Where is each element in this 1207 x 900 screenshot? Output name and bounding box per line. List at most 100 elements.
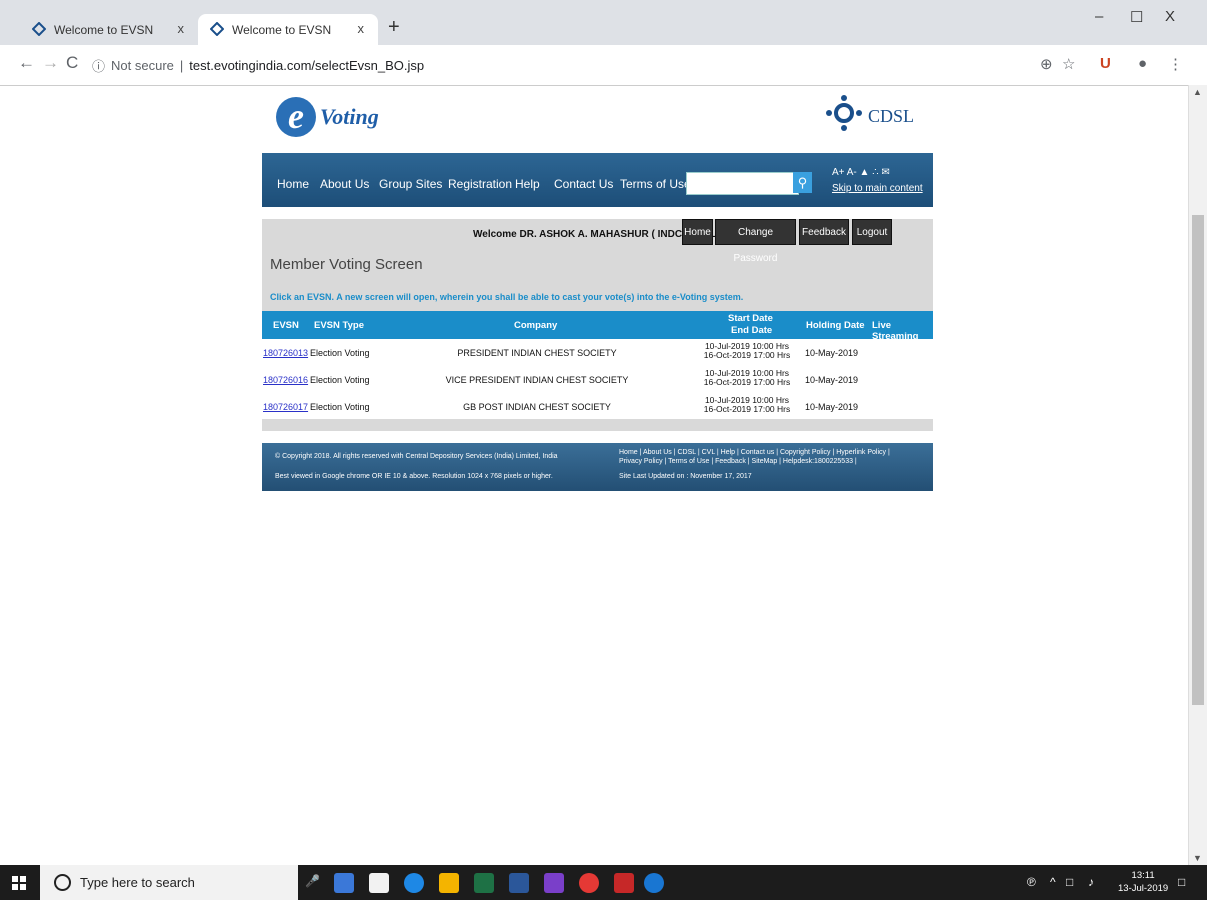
feedback-button[interactable]: Feedback xyxy=(799,219,849,245)
taskbar-search-input[interactable]: Type here to search xyxy=(40,865,298,900)
evsn-favicon-icon xyxy=(210,22,224,36)
nav-help[interactable]: Help xyxy=(515,177,540,191)
evsn-type-cell: Election Voting xyxy=(310,348,370,358)
excel-icon[interactable] xyxy=(474,873,494,893)
tab-close-icon[interactable]: x xyxy=(178,21,185,36)
windows-start-icon[interactable] xyxy=(12,876,26,890)
system-clock[interactable]: 13:11 13-Jul-2019 xyxy=(1118,869,1168,895)
table-row: 180726017 Election Voting GB POST INDIAN… xyxy=(262,393,933,420)
address-bar[interactable]: ⓘ Not secure | test.evotingindia.com/sel… xyxy=(92,53,1032,77)
column-evsn: EVSN xyxy=(273,320,299,331)
mail-icon[interactable]: ✉ xyxy=(881,167,889,178)
people-icon[interactable]: ℗ xyxy=(1027,875,1036,889)
skip-to-content-link[interactable]: Skip to main content xyxy=(832,183,923,194)
column-end-date: End Date xyxy=(731,325,773,336)
table-footer-band xyxy=(262,419,933,431)
nav-contact-us[interactable]: Contact Us xyxy=(554,177,613,191)
evsn-type-cell: Election Voting xyxy=(310,402,370,412)
bookmark-star-icon[interactable]: ☆ xyxy=(1062,55,1075,73)
tab-title: Welcome to EVSN xyxy=(232,22,332,37)
column-holding-date: Holding Date xyxy=(806,320,865,331)
app-icon[interactable] xyxy=(614,873,634,893)
instruction-text: Click an EVSN. A new screen will open, w… xyxy=(270,292,744,302)
word-icon[interactable] xyxy=(509,873,529,893)
last-updated-text: Site Last Updated on : November 17, 2017 xyxy=(619,473,752,480)
page-scrollbar[interactable]: ▲ ▼ xyxy=(1188,85,1207,865)
internet-explorer-icon[interactable] xyxy=(644,873,664,893)
column-company: Company xyxy=(514,320,558,331)
home-icon[interactable]: ▲ xyxy=(860,167,873,178)
file-explorer-icon[interactable] xyxy=(439,873,459,893)
forward-arrow-icon[interactable]: → xyxy=(42,53,59,73)
evoting-logo-icon[interactable]: e xyxy=(276,97,316,137)
evsn-link[interactable]: 180726013 xyxy=(263,348,308,358)
nav-terms-of-use[interactable]: Terms of Use xyxy=(620,177,691,191)
evsn-link[interactable]: 180726016 xyxy=(263,375,308,385)
cortana-icon xyxy=(54,874,71,891)
edge-browser-icon[interactable] xyxy=(404,873,424,893)
company-cell: PRESIDENT INDIAN CHEST SOCIETY xyxy=(457,348,617,358)
site-search-input[interactable] xyxy=(686,172,799,195)
table-row: 180726013 Election Voting PRESIDENT INDI… xyxy=(262,339,933,366)
browser-tab-1[interactable]: Welcome to EVSN x xyxy=(20,14,198,45)
url-text: test.evotingindia.com/selectEvsn_BO.jsp xyxy=(189,57,425,73)
volume-muted-icon[interactable]: ♪ xyxy=(1088,875,1094,889)
change-password-button[interactable]: Change Password xyxy=(715,219,796,264)
sitemap-icon[interactable]: ∴ xyxy=(872,167,881,178)
windows-taskbar: Type here to search 🎤 ℗ ^ □ ♪ 13:11 13-J… xyxy=(0,865,1207,900)
menu-dots-icon[interactable]: ⋮ xyxy=(1168,55,1183,73)
dates-cell: 10-Jul-2019 10:00 Hrs 16-Oct-2019 17:00 H… xyxy=(703,341,791,360)
browser-tabstrip: Welcome to EVSN x Welcome to EVSN x + – … xyxy=(0,0,1207,45)
back-arrow-icon[interactable]: ← xyxy=(18,53,35,73)
network-icon[interactable]: □ xyxy=(1066,875,1073,889)
nav-registration[interactable]: Registration xyxy=(448,177,512,191)
nav-group-sites[interactable]: Group Sites xyxy=(379,177,442,191)
profile-avatar-icon[interactable]: ● xyxy=(1138,55,1147,72)
table-row: 180726016 Election Voting VICE PRESIDENT… xyxy=(262,366,933,393)
evsn-link[interactable]: 180726017 xyxy=(263,402,308,412)
show-hidden-icons-icon[interactable]: ^ xyxy=(1050,875,1056,889)
search-icon[interactable]: ⚲ xyxy=(793,172,812,193)
microphone-icon[interactable]: 🎤 xyxy=(305,874,320,888)
logout-button[interactable]: Logout xyxy=(852,219,892,245)
evoting-logo-text[interactable]: Voting xyxy=(320,104,379,130)
tab-title: Welcome to EVSN xyxy=(54,22,154,37)
paint-icon[interactable] xyxy=(544,873,564,893)
minimize-button[interactable]: – xyxy=(1095,8,1103,25)
tab-close-icon[interactable]: x xyxy=(358,21,365,36)
nav-about-us[interactable]: About Us xyxy=(320,177,369,191)
home-button[interactable]: Home xyxy=(682,219,713,245)
reload-icon[interactable]: C xyxy=(66,53,78,73)
table-header: EVSN EVSN Type Company Start Date End Da… xyxy=(262,311,933,342)
site-footer: © Copyright 2018. All rights reserved wi… xyxy=(262,443,933,491)
scroll-up-icon[interactable]: ▲ xyxy=(1193,87,1202,97)
security-label: Not secure xyxy=(111,57,174,73)
new-tab-button[interactable]: + xyxy=(388,17,400,37)
copyright-text: © Copyright 2018. All rights reserved wi… xyxy=(275,453,558,460)
scroll-down-icon[interactable]: ▼ xyxy=(1193,853,1202,863)
task-view-icon[interactable] xyxy=(334,873,354,893)
column-start-date: Start Date xyxy=(728,313,773,324)
best-viewed-text: Best viewed in Google chrome OR IE 10 & … xyxy=(275,473,553,480)
nav-home[interactable]: Home xyxy=(277,177,309,191)
evsn-type-cell: Election Voting xyxy=(310,375,370,385)
store-icon[interactable] xyxy=(369,873,389,893)
window-close-button[interactable]: X xyxy=(1165,8,1175,25)
browser-toolbar: ← → C ⓘ Not secure | test.evotingindia.c… xyxy=(0,45,1207,86)
info-icon[interactable]: ⓘ xyxy=(92,56,105,75)
scrollbar-thumb[interactable] xyxy=(1192,215,1204,705)
holding-date-cell: 10-May-2019 xyxy=(805,375,859,385)
font-size-controls[interactable]: A+ A- xyxy=(832,167,857,178)
cdsl-logo-icon xyxy=(826,95,862,131)
extension-shield-icon[interactable]: U xyxy=(1100,55,1111,72)
notifications-icon[interactable]: □ xyxy=(1178,875,1185,889)
chrome-icon[interactable] xyxy=(579,873,599,893)
main-navigation: Home About Us Group Sites Registration H… xyxy=(262,153,933,207)
dates-cell: 10-Jul-2019 10:00 Hrs 16-Oct-2019 17:00 H… xyxy=(703,395,791,414)
maximize-button[interactable]: ☐ xyxy=(1130,8,1143,26)
footer-links[interactable]: Home | About Us | CDSL | CVL | Help | Co… xyxy=(619,448,919,466)
zoom-icon[interactable]: ⊕ xyxy=(1040,55,1053,73)
browser-tab-2[interactable]: Welcome to EVSN x xyxy=(198,14,378,45)
holding-date-cell: 10-May-2019 xyxy=(805,348,859,358)
cdsl-logo-text: CDSL xyxy=(868,106,915,126)
